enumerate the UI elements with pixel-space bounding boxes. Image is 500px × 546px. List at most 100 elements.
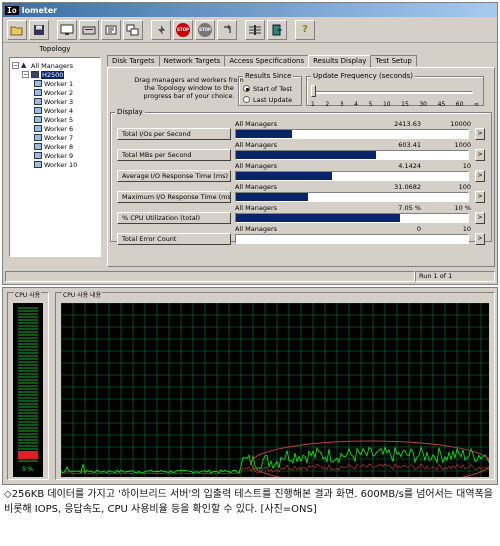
slider-tick-labels: 1 2 3 4 5 10 15 30 45 60 ∞ (311, 101, 479, 108)
reset-icon[interactable] (217, 19, 237, 40)
metric-source: All Managers (235, 204, 278, 212)
metric-arrow-button[interactable]: > (475, 212, 485, 224)
tab-disk-targets[interactable]: Disk Targets (107, 55, 160, 66)
topology-tree[interactable]: − ▲ All Managers − H2500 Worker 1 Worker 2 Work… (9, 57, 101, 257)
metric-bar-track (235, 129, 469, 139)
topology-item[interactable]: − H2500 (12, 70, 98, 79)
toolbar: STOP STOP ? (3, 17, 497, 43)
metric-value: 2413.63 (394, 120, 421, 128)
tab-access-specifications[interactable]: Access Specifications (224, 55, 310, 66)
save-icon[interactable] (29, 19, 49, 40)
tab-bar: Disk Targets Network Targets Access Specif… (107, 55, 417, 67)
task-manager-performance: CPU 사용 5 % CPU 사용 내용 (2, 287, 498, 486)
update-frequency-slider[interactable] (313, 91, 473, 94)
worker-icon (34, 98, 42, 105)
topology-item-label: Worker 3 (44, 97, 74, 106)
metric-arrow-button[interactable]: > (475, 149, 485, 161)
all-managers-icon: ▲ (21, 61, 27, 69)
expand-toggle-icon[interactable]: − (22, 71, 29, 78)
topology-item[interactable]: Worker 8 (12, 142, 98, 151)
copy-worker-icon[interactable] (123, 19, 143, 40)
topology-item[interactable]: Worker 1 (12, 79, 98, 88)
slider-tick-label: 30 (419, 101, 427, 108)
start-icon[interactable] (151, 19, 171, 40)
radio-label: Start of Test (253, 84, 293, 93)
slider-tick-label: 3 (339, 101, 344, 108)
stop-icon: STOP (176, 22, 190, 37)
topology-item[interactable]: Worker 10 (12, 160, 98, 169)
worker-icon (34, 134, 42, 141)
cpu-history-label: CPU 사용 내용 (62, 292, 103, 299)
slider-thumb[interactable] (311, 85, 316, 97)
window-title: Iometer (21, 5, 58, 15)
metric-bar-track (235, 213, 469, 223)
metric-source: All Managers (235, 141, 278, 149)
stop-all-button[interactable]: STOP (195, 19, 215, 40)
iometer-window: Io Iometer STOP STOP ? Topology − ▲ All … (2, 2, 498, 285)
tab-network-targets[interactable]: Network Targets (158, 55, 226, 66)
status-bar: Run 1 of 1 (5, 271, 495, 283)
status-empty (5, 271, 415, 282)
topology-item[interactable]: Worker 4 (12, 106, 98, 115)
topology-item[interactable]: Worker 9 (12, 151, 98, 160)
metric-bar-fill (236, 172, 333, 180)
metric-source: All Managers (235, 183, 278, 191)
metric-arrow-button[interactable]: > (475, 191, 485, 203)
tab-results-display[interactable]: Results Display (308, 55, 372, 67)
worker-icon (34, 107, 42, 114)
results-since-group: Results Since Start of Test Last Update (238, 72, 302, 106)
radio-start-of-test[interactable]: Start of Test (239, 83, 301, 94)
topology-item[interactable]: Worker 6 (12, 124, 98, 133)
topology-item-label: All Managers (31, 61, 74, 70)
display-group: Display Total I/Os per Second All Manage… (110, 108, 492, 245)
display-window-icon[interactable] (57, 19, 77, 40)
slider-tick-label: 45 (437, 101, 446, 108)
exit-icon[interactable] (267, 19, 287, 40)
radio-indicator (243, 96, 250, 103)
slider-tick-label: 4 (354, 101, 358, 108)
metric-button[interactable]: Total Error Count (117, 233, 231, 245)
metric-arrow-button[interactable]: > (475, 128, 485, 140)
cpu-history-graph (60, 302, 492, 486)
metric-value: 603.41 (398, 141, 421, 149)
open-icon[interactable] (7, 19, 27, 40)
help-button[interactable]: ? (295, 19, 315, 40)
metric-bar-fill (236, 214, 400, 222)
metric-source: All Managers (235, 162, 278, 170)
worker-icon (34, 143, 42, 150)
radio-label: Last Update (253, 95, 293, 104)
caption-text: ◇256KB 데이터를 가지고 '하이브리드 서버'의 입출력 테스트를 진행해… (4, 489, 493, 515)
topology-item[interactable]: − ▲ All Managers (12, 61, 98, 70)
stop-all-icon: STOP (198, 22, 212, 37)
metric-max: 10000 (450, 120, 471, 128)
expand-toggle-icon[interactable]: − (12, 62, 19, 69)
topology-item[interactable]: Worker 5 (12, 115, 98, 124)
display-title: Display (115, 108, 145, 116)
radio-indicator (243, 85, 250, 92)
topology-item[interactable]: Worker 7 (12, 133, 98, 142)
metric-button[interactable]: Average I/O Response Time (ms) (117, 170, 231, 182)
metric-arrow-button[interactable]: > (475, 170, 485, 182)
radio-last-update[interactable]: Last Update (239, 94, 301, 105)
cpu-percent-text: 5 % (22, 466, 34, 473)
metric-bar-track (235, 150, 469, 160)
cpu-level-fill (18, 451, 38, 459)
disconnect-manager-icon[interactable] (245, 19, 265, 40)
topology-item[interactable]: Worker 3 (12, 97, 98, 106)
metric-button[interactable]: % CPU Utilization (total) (117, 212, 231, 224)
slider-tick-label: 10 (382, 101, 391, 108)
metric-value: 31.0682 (394, 183, 421, 191)
topology-item[interactable]: Worker 2 (12, 88, 98, 97)
metric-button[interactable]: Total I/Os per Second (117, 128, 231, 140)
topology-item-label: Worker 4 (44, 106, 74, 115)
metric-button[interactable]: Total MBs per Second (117, 149, 231, 161)
metric-max: 10 % (454, 204, 471, 212)
stop-button[interactable]: STOP (173, 19, 193, 40)
topology-item-label: Worker 10 (44, 160, 78, 169)
tab-test-setup[interactable]: Test Setup (370, 55, 417, 66)
slider-tick-label: 15 (401, 101, 409, 108)
metric-arrow-button[interactable]: > (475, 233, 485, 245)
metric-button[interactable]: Maximum I/O Response Time (ms) (117, 191, 231, 203)
new-manager-icon[interactable] (79, 19, 99, 40)
new-worker-icon[interactable] (101, 19, 121, 40)
